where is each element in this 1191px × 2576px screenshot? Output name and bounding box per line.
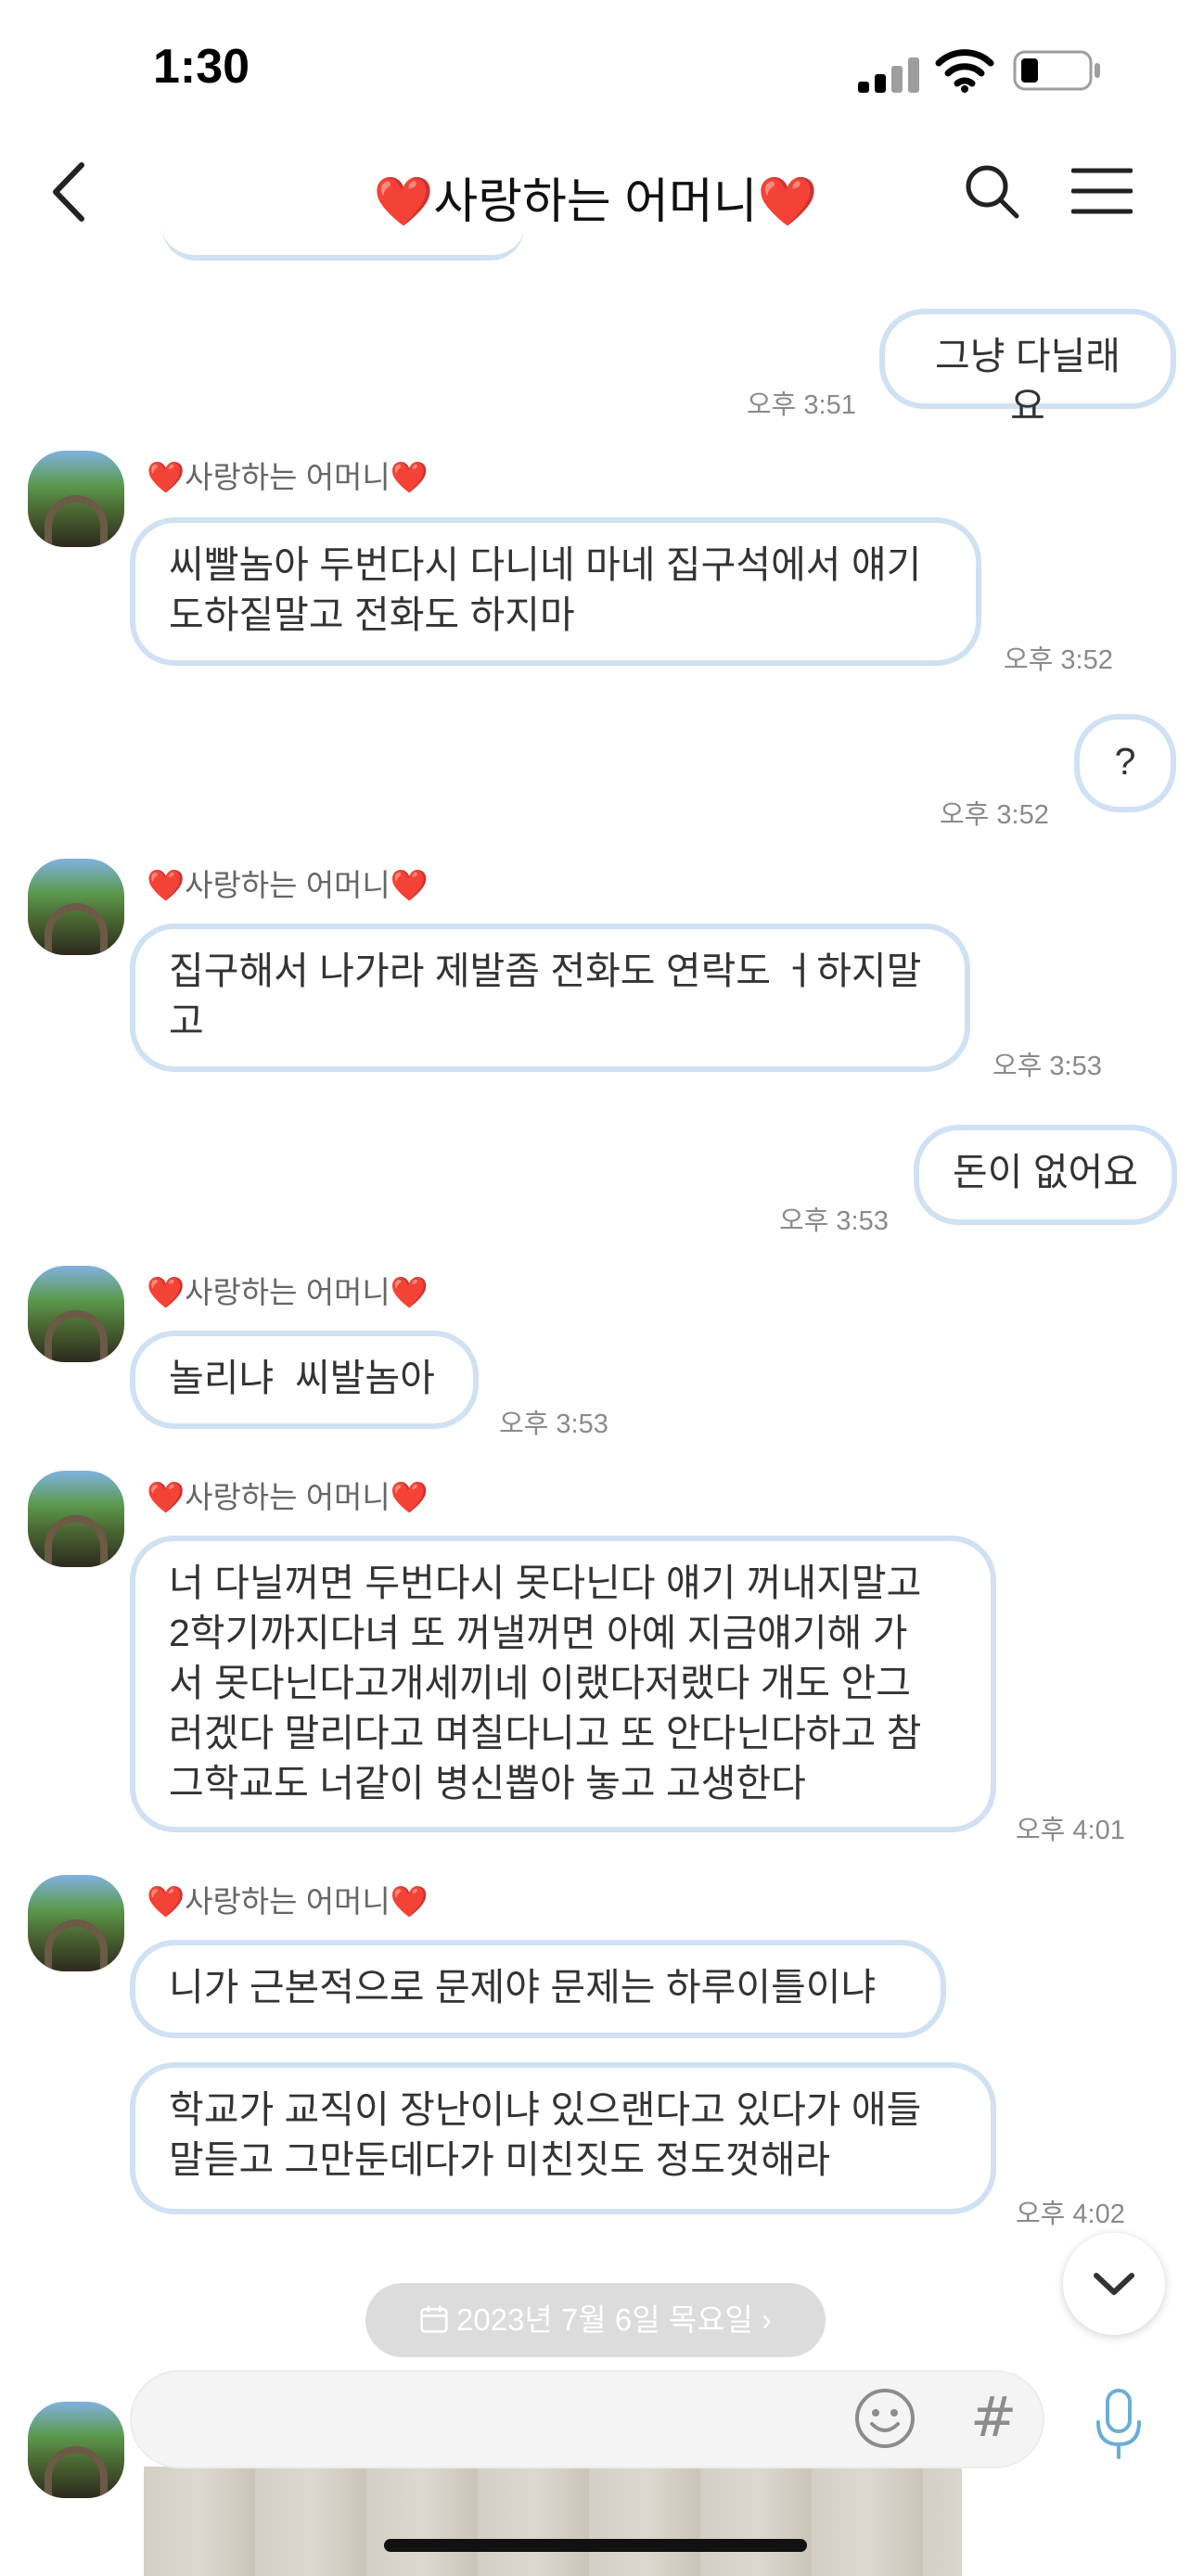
message-time: 오후 3:52 — [940, 800, 1049, 830]
message-line: 니가 근본적으로 문제야 문제는 하루이틀이냐 — [169, 1966, 877, 2009]
incoming-bubble[interactable]: 너 다닐꺼면 두번다시 못다닌다 얘기 꺼내지말고 2학기까지다녀 또 꺼낼꺼면… — [130, 1536, 996, 1832]
message-time: 오후 3:53 — [779, 1206, 889, 1236]
message-time: 오후 3:52 — [1004, 645, 1113, 675]
message-line: 집구해서 나가라 제발좀 전화도 연락도 ㅓ하지말 — [169, 950, 922, 992]
signal-icon — [858, 57, 919, 93]
battery-icon — [1013, 50, 1100, 91]
sender-avatar[interactable] — [28, 1266, 124, 1362]
message-line: 놀리냐 씨발놈아 — [169, 1357, 435, 1399]
message-line: 말듣고 그만둔데다가 미친짓도 정도껏해라 — [169, 2138, 831, 2181]
message-line: 서 못다닌다고개세끼네 이랬다저랬다 개도 안그 — [169, 1662, 911, 1704]
message-line: 씨빨놈아 두번다시 다니네 마네 집구석에서 얘기 — [169, 543, 922, 586]
scroll-to-bottom-button[interactable] — [1063, 2233, 1165, 2335]
incoming-bubble[interactable]: 씨빨놈아 두번다시 다니네 마네 집구석에서 얘기 도하짙말고 전화도 하지마 — [130, 517, 981, 666]
wifi-icon — [935, 49, 994, 93]
message-line: 러겠다 말리다고 며칠다니고 또 안다닌다하고 참 — [169, 1712, 922, 1754]
incoming-bubble[interactable]: 니가 근본적으로 문제야 문제는 하루이틀이냐 — [130, 1940, 946, 2038]
microphone-icon[interactable] — [1093, 2389, 1145, 2461]
menu-icon[interactable] — [1071, 167, 1133, 215]
message-line: 그학교도 너같이 병신뽑아 놓고 고생한다 — [169, 1762, 806, 1804]
incoming-bubble[interactable]: 집구해서 나가라 제발좀 전화도 연락도 ㅓ하지말 고 — [130, 924, 970, 1072]
message-line: 도하짙말고 전화도 하지마 — [169, 593, 575, 636]
incoming-bubble[interactable]: 놀리냐 씨발놈아 — [130, 1331, 479, 1429]
sender-name: ❤️사랑하는 어머니❤️ — [147, 460, 429, 494]
search-icon[interactable] — [963, 162, 1020, 220]
message-time: 오후 3:53 — [992, 1052, 1102, 1081]
sender-avatar[interactable] — [28, 2402, 124, 2498]
outgoing-bubble[interactable]: 돈이 없어요 — [914, 1125, 1177, 1225]
sender-avatar[interactable] — [28, 1471, 124, 1567]
sender-name: ❤️사랑하는 어머니❤️ — [147, 1480, 429, 1514]
message-line: 고 — [169, 1000, 204, 1042]
sender-avatar[interactable] — [28, 451, 124, 547]
date-divider-label: 2023년 7월 6일 목요일 › — [456, 2302, 772, 2337]
sender-name: ❤️사랑하는 어머니❤️ — [147, 1884, 429, 1919]
incoming-bubble[interactable]: 학교가 교직이 장난이냐 있으랜다고 있다가 애들 말듣고 그만둔데다가 미친짓… — [130, 2062, 996, 2214]
message-line: 2학기까지다녀 또 꺼낼꺼면 아예 지금얘기해 가 — [169, 1612, 908, 1654]
photo-message[interactable] — [144, 2467, 962, 2576]
chevron-down-icon — [1094, 2273, 1134, 2295]
status-time: 1:30 — [153, 40, 250, 94]
message-line: 너 다닐꺼면 두번다시 못다닌다 얘기 꺼내지말고 — [169, 1562, 922, 1604]
message-time: 오후 3:53 — [499, 1409, 608, 1439]
message-time: 오후 4:01 — [1016, 1816, 1125, 1845]
message-time: 오후 4:02 — [1016, 2200, 1125, 2229]
sender-avatar[interactable] — [28, 859, 124, 955]
sender-name: ❤️사랑하는 어머니❤️ — [147, 868, 429, 902]
outgoing-bubble[interactable]: 그냥 다닐래요 — [879, 309, 1176, 427]
sender-name: ❤️사랑하는 어머니❤️ — [147, 1275, 429, 1309]
outgoing-bubble[interactable]: ? — [1074, 714, 1176, 812]
message-time: 오후 3:51 — [747, 390, 856, 420]
sender-avatar[interactable] — [28, 1875, 124, 1971]
message-line: 학교가 교직이 장난이냐 있으랜다고 있다가 애들 — [169, 2088, 922, 2131]
status-bar: 1:30 — [0, 0, 1191, 139]
previous-bubble-edge — [162, 227, 524, 261]
emoji-icon[interactable] — [853, 2387, 916, 2450]
hashtag-icon[interactable]: # — [970, 2385, 1017, 2450]
calendar-icon — [420, 2305, 448, 2333]
home-indicator — [384, 2539, 807, 2552]
date-divider[interactable]: 2023년 7월 6일 목요일 › — [365, 2283, 826, 2357]
